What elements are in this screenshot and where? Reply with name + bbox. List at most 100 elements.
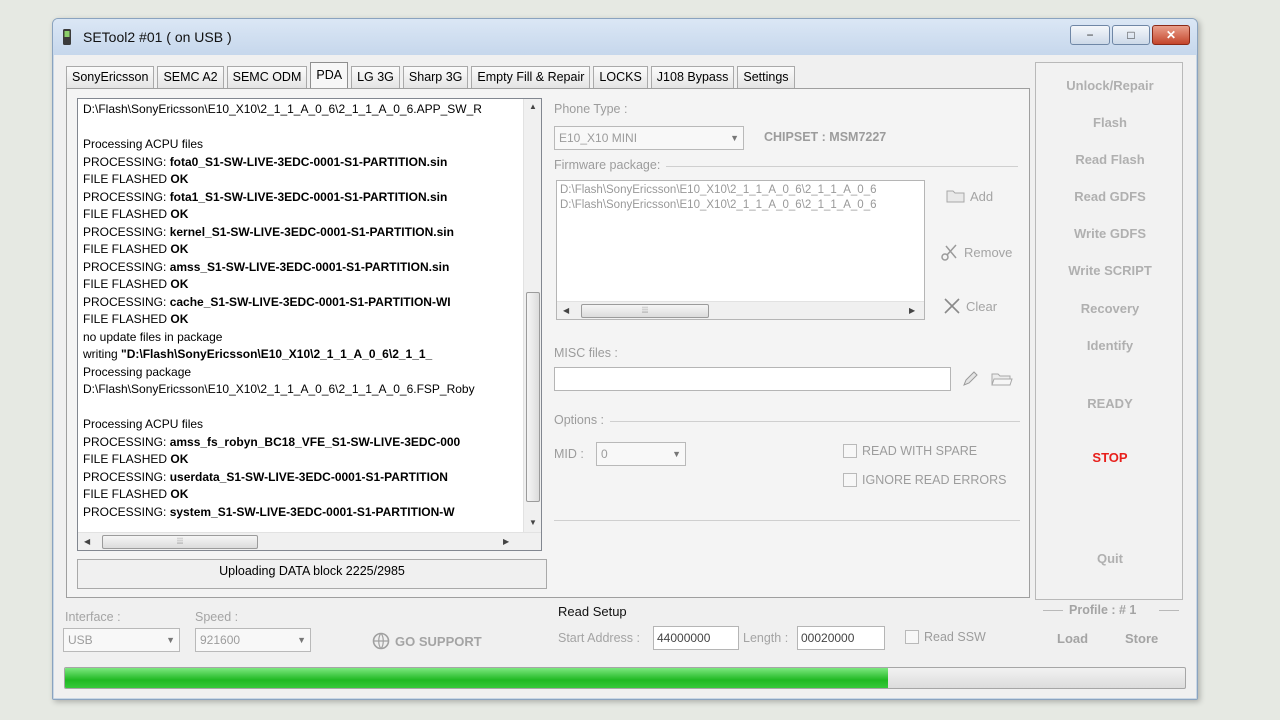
command-panel: Unlock/Repair Flash Read Flash Read GDFS… [1035, 62, 1183, 600]
log-line-bold: OK [170, 242, 189, 256]
length-label: Length : [743, 631, 789, 645]
add-button[interactable]: Add [946, 188, 993, 204]
chevron-down-icon: ▼ [672, 449, 681, 459]
ignore-read-errors-checkbox[interactable]: IGNORE READ ERRORS [843, 473, 1006, 487]
log-line: PROCESSING: amss_S1-SW-LIVE-3EDC-0001-S1… [83, 259, 515, 277]
scroll-left-icon[interactable]: ◀ [563, 306, 569, 315]
store-button[interactable]: Store [1125, 631, 1158, 646]
speed-select[interactable]: 921600 ▼ [195, 628, 311, 652]
log-line: Processing package [83, 364, 515, 382]
read-flash-button[interactable]: Read Flash [1036, 152, 1184, 167]
log-line: Processing ACPU files [83, 416, 515, 434]
clear-button[interactable]: Clear [942, 296, 997, 316]
tab-pda[interactable]: PDA [310, 62, 349, 88]
log-vertical-scroll-thumb[interactable] [526, 292, 540, 502]
log-line: FILE FLASHED OK [83, 451, 515, 469]
log-line-text: D:\Flash\SonyEricsson\E10_X10\2_1_1_A_0_… [83, 382, 475, 396]
ignore-read-errors-label: IGNORE READ ERRORS [862, 473, 1007, 487]
interface-select[interactable]: USB ▼ [63, 628, 180, 652]
read-ssw-checkbox[interactable]: Read SSW [905, 630, 986, 644]
separator [666, 166, 1018, 167]
load-button[interactable]: Load [1057, 631, 1088, 646]
log-line-bold: cache_S1-SW-LIVE-3EDC-0001-S1-PARTITION-… [169, 294, 451, 309]
mid-value: 0 [601, 447, 608, 461]
firmware-file-item[interactable]: D:\Flash\SonyEricsson\E10_X10\2_1_1_A_0_… [557, 198, 924, 213]
chevron-down-icon: ▼ [166, 635, 175, 645]
log-line: PROCESSING: userdata_S1-SW-LIVE-3EDC-000… [83, 469, 515, 487]
start-address-input[interactable]: 44000000 [653, 626, 739, 650]
maximize-button[interactable]: □ [1112, 25, 1150, 45]
quit-button[interactable]: Quit [1036, 551, 1184, 566]
recovery-button[interactable]: Recovery [1036, 301, 1184, 316]
firmware-scroll-thumb[interactable]: ⦙⦙⦙ [581, 304, 709, 318]
firmware-file-item[interactable]: D:\Flash\SonyEricsson\E10_X10\2_1_1_A_0_… [557, 183, 924, 198]
go-support-label: GO SUPPORT [395, 633, 482, 649]
scroll-right-icon[interactable]: ▶ [909, 306, 915, 315]
log-line-bold: OK [170, 487, 189, 501]
tab-settings[interactable]: Settings [737, 66, 795, 88]
log-horizontal-scroll-thumb[interactable]: ⦙⦙⦙ [102, 535, 258, 549]
checkbox-box[interactable] [905, 630, 919, 644]
misc-edit-button[interactable] [960, 369, 980, 389]
log-line: writing "D:\Flash\SonyEricsson\E10_X10\2… [83, 346, 515, 364]
scroll-right-icon[interactable]: ▶ [503, 537, 509, 546]
remove-button[interactable]: Remove [940, 242, 1012, 262]
checkbox-box[interactable] [843, 444, 857, 458]
clear-label: Clear [966, 298, 998, 314]
log-line-text: PROCESSING: [83, 189, 170, 204]
tab-sharp-3g[interactable]: Sharp 3G [402, 66, 469, 88]
log-line-text: FILE FLASHED [83, 172, 171, 186]
log-line: PROCESSING: fota0_S1-SW-LIVE-3EDC-0001-S… [83, 154, 515, 172]
firmware-files: D:\Flash\SonyEricsson\E10_X10\2_1_1_A_0_… [557, 181, 924, 213]
scroll-left-icon[interactable]: ◀ [84, 537, 90, 546]
go-support-button[interactable]: GO SUPPORT [371, 631, 482, 651]
tab-semc-a2[interactable]: SEMC A2 [157, 66, 224, 88]
separator [1159, 610, 1179, 611]
write-script-button[interactable]: Write SCRIPT [1036, 263, 1184, 278]
tab-locks[interactable]: LOCKS [593, 66, 648, 88]
chevron-down-icon: ▼ [730, 133, 739, 143]
log-horizontal-scrollbar[interactable]: ◀ ⦙⦙⦙ ▶ [78, 532, 541, 550]
profile-label: Profile : # 1 [1069, 603, 1137, 617]
options-label: Options : [554, 413, 605, 427]
write-gdfs-button[interactable]: Write GDFS [1036, 226, 1184, 241]
phone-type-select[interactable]: E10_X10 MINI ▼ [554, 126, 744, 150]
log-line: FILE FLASHED OK [83, 206, 515, 224]
pencil-icon [963, 371, 978, 386]
phone-icon [63, 29, 71, 45]
misc-open-folder-button[interactable] [991, 371, 1013, 387]
log-line-text: PROCESSING: [83, 154, 170, 169]
checkbox-box[interactable] [843, 473, 857, 487]
flash-button[interactable]: Flash [1036, 115, 1184, 130]
log-line: PROCESSING: cache_S1-SW-LIVE-3EDC-0001-S… [83, 294, 515, 312]
mid-select[interactable]: 0 ▼ [596, 442, 686, 466]
scroll-up-icon[interactable]: ▲ [529, 102, 537, 111]
tab-empty-fill-repair[interactable]: Empty Fill & Repair [471, 66, 591, 88]
minimize-button[interactable]: − [1070, 25, 1110, 45]
scissors-icon [941, 244, 957, 261]
read-gdfs-button[interactable]: Read GDFS [1036, 189, 1184, 204]
read-with-spare-checkbox[interactable]: READ WITH SPARE [843, 444, 977, 458]
log-line: D:\Flash\SonyEricsson\E10_X10\2_1_1_A_0_… [83, 381, 515, 399]
title-bar[interactable]: SETool2 #01 ( on USB ) − □ ✕ [53, 19, 1197, 55]
log-vertical-scrollbar[interactable]: ▲ ▼ [523, 99, 541, 532]
tab-semc-odm[interactable]: SEMC ODM [226, 66, 308, 88]
log-line-text: PROCESSING: [83, 469, 170, 484]
log-line-text: FILE FLASHED [83, 207, 171, 221]
unlock-repair-button[interactable]: Unlock/Repair [1036, 78, 1184, 93]
clear-x-icon [944, 298, 960, 314]
scroll-down-icon[interactable]: ▼ [529, 518, 537, 527]
window-title: SETool2 #01 ( on USB ) [83, 29, 232, 45]
stop-button[interactable]: STOP [1036, 450, 1184, 465]
tab-j108-bypass[interactable]: J108 Bypass [650, 66, 735, 88]
identify-button[interactable]: Identify [1036, 338, 1184, 353]
misc-files-input[interactable] [554, 367, 951, 391]
firmware-file-list[interactable]: D:\Flash\SonyEricsson\E10_X10\2_1_1_A_0_… [556, 180, 925, 320]
tab-lg-3g[interactable]: LG 3G [351, 66, 400, 88]
log-line: PROCESSING: fota1_S1-SW-LIVE-3EDC-0001-S… [83, 189, 515, 207]
firmware-horizontal-scrollbar[interactable]: ◀ ⦙⦙⦙ ▶ [557, 301, 924, 319]
log-output[interactable]: D:\Flash\SonyEricsson\E10_X10\2_1_1_A_0_… [77, 98, 542, 551]
tab-sonyericsson[interactable]: SonyEricsson [66, 66, 155, 88]
close-button[interactable]: ✕ [1152, 25, 1190, 45]
length-input[interactable]: 00020000 [797, 626, 885, 650]
